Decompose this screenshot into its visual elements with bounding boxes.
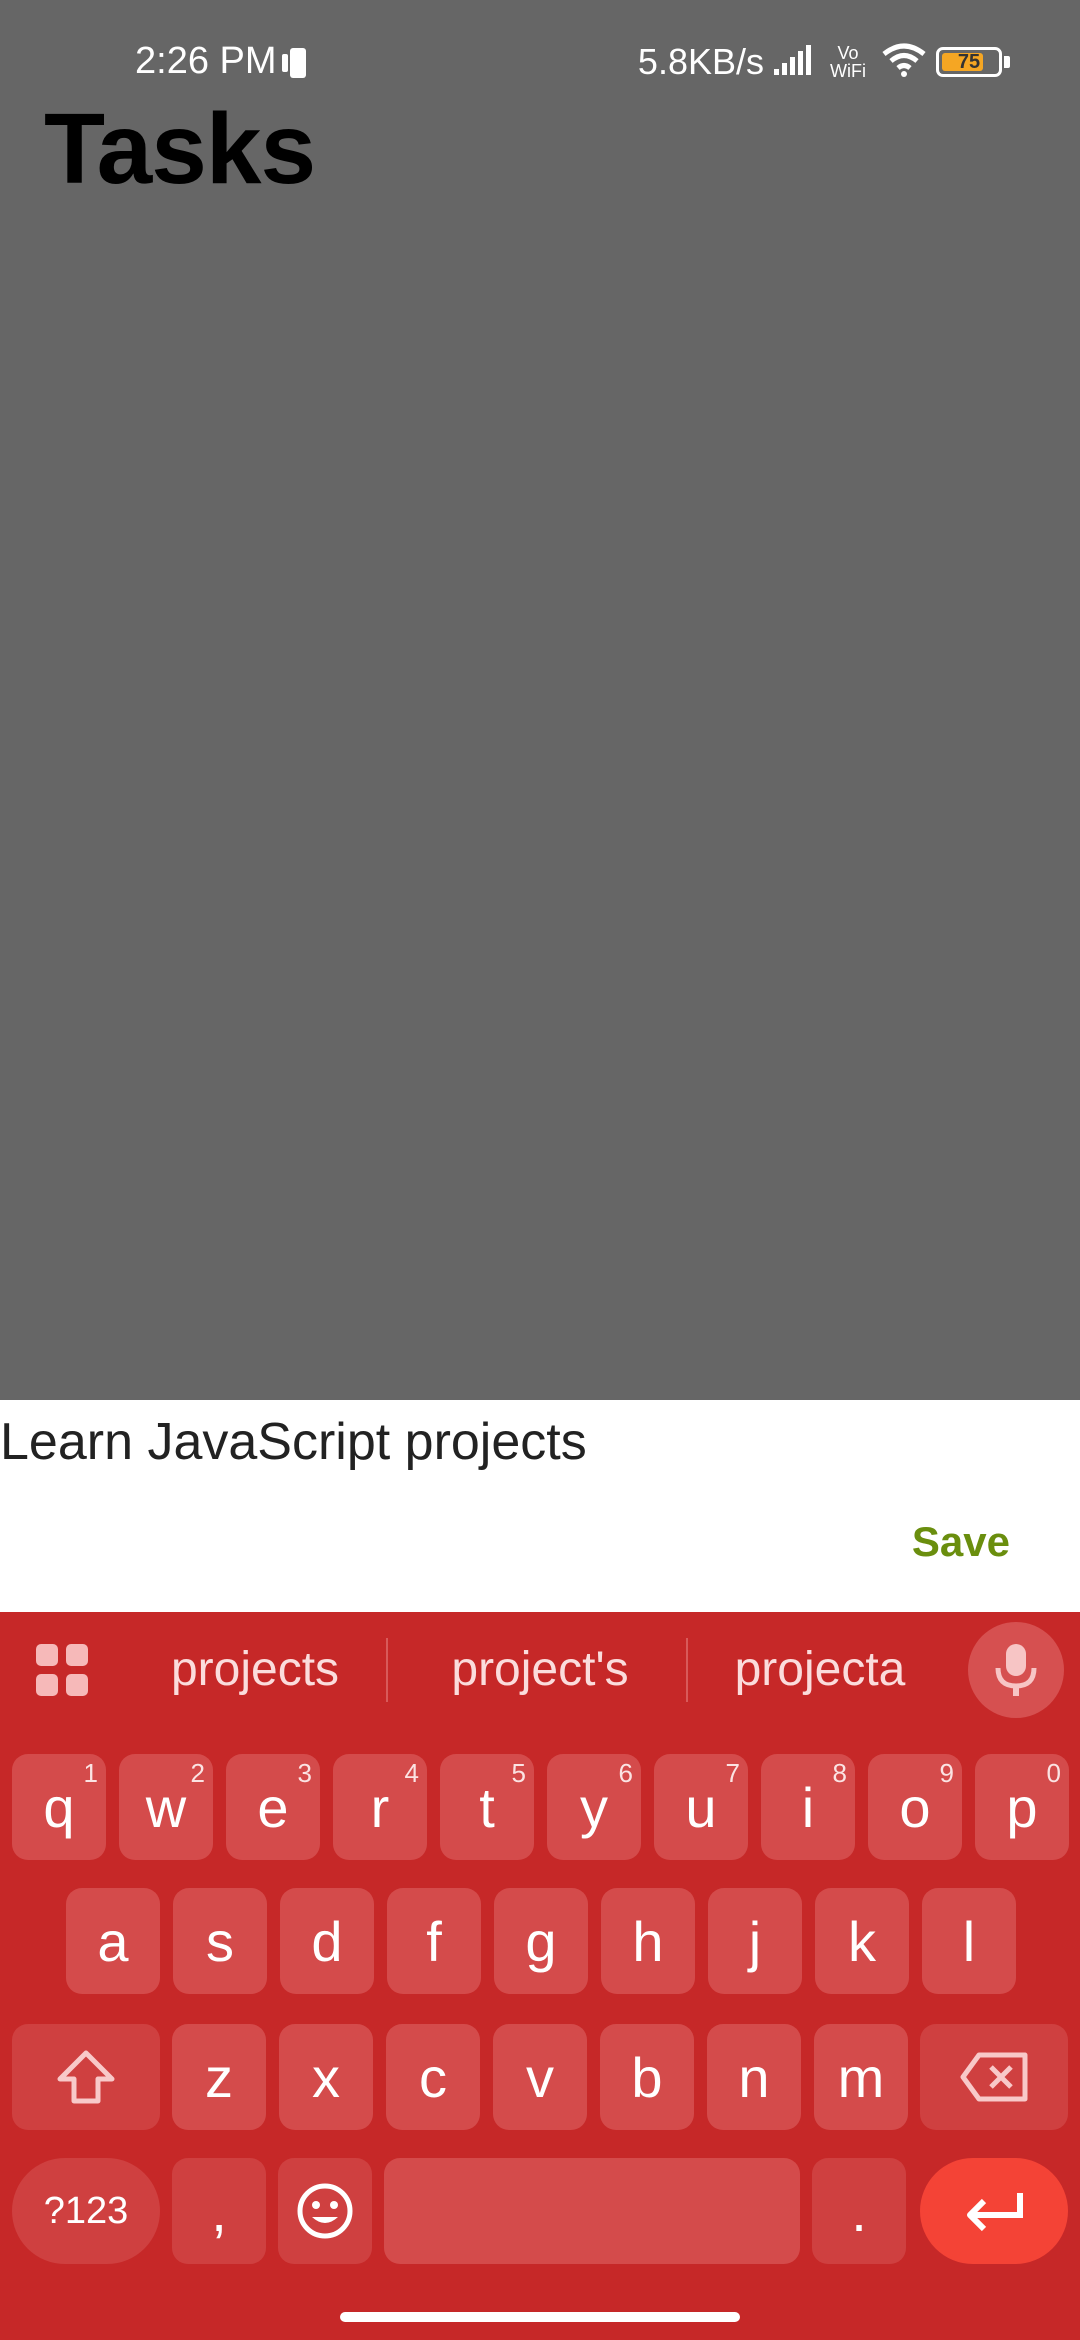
vowifi-line1: Vo <box>837 43 859 63</box>
key-hint: 0 <box>1046 1758 1061 1788</box>
key-i[interactable]: i8 <box>761 1754 855 1860</box>
enter-key[interactable] <box>920 2158 1068 2264</box>
suggestion-2[interactable]: project's <box>420 1642 660 1702</box>
key-label: q <box>43 1775 75 1839</box>
phone-icon <box>280 46 314 80</box>
space-key[interactable] <box>384 2158 800 2264</box>
shift-key[interactable] <box>12 2024 160 2130</box>
page-title: Tasks <box>44 93 316 205</box>
suggestion-3[interactable]: projecta <box>710 1642 930 1702</box>
key-n[interactable]: n <box>707 2024 801 2130</box>
key-p[interactable]: p0 <box>975 1754 1069 1860</box>
emoji-icon <box>297 2183 353 2239</box>
key-m[interactable]: m <box>814 2024 908 2130</box>
home-indicator <box>340 2312 740 2322</box>
wifi-icon <box>880 42 928 83</box>
emoji-key[interactable] <box>278 2158 372 2264</box>
key-label: p <box>1006 1775 1038 1839</box>
status-time: 2:26 PM <box>135 40 277 82</box>
key-d[interactable]: d <box>280 1888 374 1994</box>
key-hint: 3 <box>297 1758 312 1788</box>
key-hint: 6 <box>618 1758 633 1788</box>
key-label: w <box>145 1775 187 1839</box>
key-label: i <box>801 1775 815 1839</box>
vowifi-line2: WiFi <box>830 61 866 81</box>
key-h[interactable]: h <box>601 1888 695 1994</box>
shift-icon <box>57 2050 115 2104</box>
key-z[interactable]: z <box>172 2024 266 2130</box>
key-hint: 5 <box>511 1758 526 1788</box>
key-label: t <box>479 1775 495 1839</box>
comma-key[interactable]: , <box>172 2158 266 2264</box>
key-s[interactable]: s <box>173 1888 267 1994</box>
key-y[interactable]: y6 <box>547 1754 641 1860</box>
key-hint: 1 <box>83 1758 98 1788</box>
enter-icon <box>967 2193 1023 2232</box>
key-f[interactable]: f <box>387 1888 481 1994</box>
vowifi-indicator: Vo WiFi <box>824 44 872 80</box>
suggestion-divider <box>686 1638 688 1702</box>
mic-icon <box>995 1644 1037 1696</box>
key-l[interactable]: l <box>922 1888 1016 1994</box>
key-label: e <box>257 1775 289 1839</box>
key-a[interactable]: a <box>66 1888 160 1994</box>
key-b[interactable]: b <box>600 2024 694 2130</box>
key-hint: 4 <box>404 1758 419 1788</box>
key-q[interactable]: q1 <box>12 1754 106 1860</box>
suggestion-divider <box>386 1638 388 1702</box>
keyboard: projects project's projecta q1w2e3r4t5y6… <box>0 1612 1080 2340</box>
key-label: o <box>899 1775 931 1839</box>
backspace-key[interactable] <box>920 2024 1068 2130</box>
key-label: y <box>580 1775 608 1839</box>
task-input[interactable] <box>0 1412 1000 1472</box>
key-x[interactable]: x <box>279 2024 373 2130</box>
key-o[interactable]: o9 <box>868 1754 962 1860</box>
key-w[interactable]: w2 <box>119 1754 213 1860</box>
key-u[interactable]: u7 <box>654 1754 748 1860</box>
key-label: u <box>685 1775 717 1839</box>
key-k[interactable]: k <box>815 1888 909 1994</box>
key-g[interactable]: g <box>494 1888 588 1994</box>
period-key[interactable]: . <box>812 2158 906 2264</box>
save-button[interactable]: Save <box>912 1518 1010 1566</box>
key-e[interactable]: e3 <box>226 1754 320 1860</box>
key-hint: 7 <box>725 1758 740 1788</box>
status-right-group: 5.8KB/s Vo WiFi 75 <box>638 38 1010 86</box>
key-j[interactable]: j <box>708 1888 802 1994</box>
key-hint: 9 <box>939 1758 954 1788</box>
apps-icon[interactable] <box>34 1642 90 1698</box>
battery-level: 75 <box>957 51 981 73</box>
signal-icon <box>772 43 816 82</box>
suggestion-bar: projects project's projecta <box>0 1612 1080 1740</box>
mic-button[interactable] <box>968 1622 1064 1718</box>
key-r[interactable]: r4 <box>333 1754 427 1860</box>
key-v[interactable]: v <box>493 2024 587 2130</box>
symbols-key[interactable]: ?123 <box>12 2158 160 2264</box>
task-input-panel: Save <box>0 1400 1080 1612</box>
backspace-icon <box>960 2052 1028 2102</box>
key-t[interactable]: t5 <box>440 1754 534 1860</box>
battery-icon: 75 <box>936 47 1002 77</box>
key-hint: 8 <box>832 1758 847 1788</box>
key-hint: 2 <box>190 1758 205 1788</box>
network-speed: 5.8KB/s <box>637 41 764 82</box>
suggestion-1[interactable]: projects <box>150 1642 360 1702</box>
key-c[interactable]: c <box>386 2024 480 2130</box>
key-label: r <box>370 1775 390 1839</box>
battery-tip <box>1004 56 1010 68</box>
